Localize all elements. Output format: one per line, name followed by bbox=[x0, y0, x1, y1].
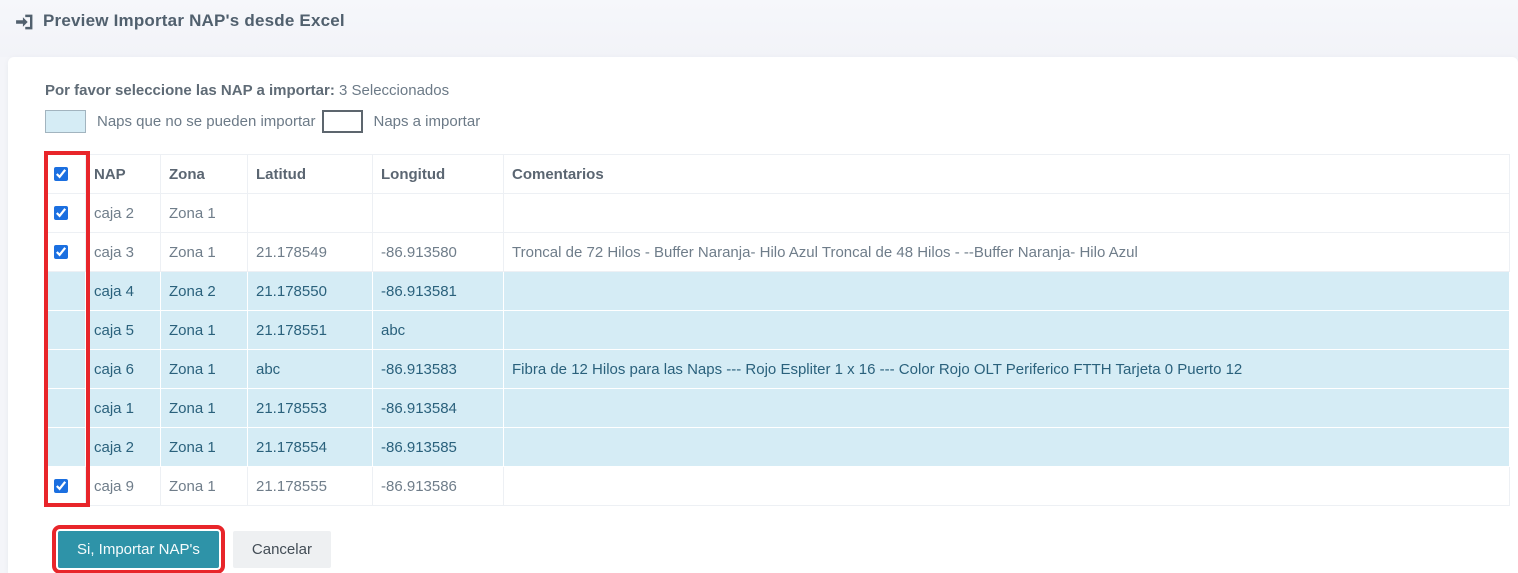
legend-swatch-importable bbox=[322, 110, 363, 133]
cell-zona: Zona 1 bbox=[161, 311, 248, 350]
selection-label: Por favor seleccione las NAP a importar: bbox=[45, 82, 335, 99]
row-checkbox[interactable] bbox=[54, 479, 68, 493]
sign-in-icon bbox=[14, 12, 34, 37]
table-row: caja 2 Zona 1 21.178554 -86.913585 bbox=[46, 428, 1510, 467]
cell-comentarios bbox=[504, 311, 1510, 350]
row-checkbox-cell bbox=[46, 467, 86, 506]
cell-nap: caja 1 bbox=[86, 389, 161, 428]
header-latitud: Latitud bbox=[248, 155, 373, 194]
header-zona: Zona bbox=[161, 155, 248, 194]
import-button[interactable]: Si, Importar NAP's bbox=[58, 531, 219, 568]
cell-nap: caja 3 bbox=[86, 233, 161, 272]
select-all-checkbox[interactable] bbox=[54, 167, 68, 181]
table-row: caja 6 Zona 1 abc -86.913583 Fibra de 12… bbox=[46, 350, 1510, 389]
row-checkbox-cell bbox=[46, 311, 86, 350]
select-all-cell bbox=[46, 155, 86, 194]
row-checkbox-cell bbox=[46, 350, 86, 389]
cell-latitud: 21.178551 bbox=[248, 311, 373, 350]
cell-nap: caja 2 bbox=[86, 194, 161, 233]
cell-comentarios bbox=[504, 467, 1510, 506]
cell-nap: caja 6 bbox=[86, 350, 161, 389]
cell-latitud: 21.178555 bbox=[248, 467, 373, 506]
cell-comentarios: Fibra de 12 Hilos para las Naps --- Rojo… bbox=[504, 350, 1510, 389]
cell-zona: Zona 1 bbox=[161, 233, 248, 272]
cell-comentarios bbox=[504, 428, 1510, 467]
cell-longitud bbox=[373, 194, 504, 233]
row-checkbox[interactable] bbox=[54, 206, 68, 220]
cell-latitud: 21.178553 bbox=[248, 389, 373, 428]
cell-nap: caja 4 bbox=[86, 272, 161, 311]
cell-longitud: -86.913586 bbox=[373, 467, 504, 506]
header-comentarios: Comentarios bbox=[504, 155, 1510, 194]
selection-summary: Por favor seleccione las NAP a importar:… bbox=[45, 83, 1510, 99]
row-checkbox-cell bbox=[46, 233, 86, 272]
table-row: caja 5 Zona 1 21.178551 abc bbox=[46, 311, 1510, 350]
content-card: Por favor seleccione las NAP a importar:… bbox=[8, 57, 1518, 573]
cell-longitud: -86.913580 bbox=[373, 233, 504, 272]
cell-latitud: 21.178550 bbox=[248, 272, 373, 311]
legend-label-importable: Naps a importar bbox=[373, 113, 480, 130]
cell-longitud: abc bbox=[373, 311, 504, 350]
cell-longitud: -86.913583 bbox=[373, 350, 504, 389]
cell-nap: caja 5 bbox=[86, 311, 161, 350]
cell-latitud: abc bbox=[248, 350, 373, 389]
table-row: caja 2 Zona 1 bbox=[46, 194, 1510, 233]
cell-zona: Zona 1 bbox=[161, 467, 248, 506]
cell-latitud: 21.178549 bbox=[248, 233, 373, 272]
legend-label-blocked: Naps que no se pueden importar bbox=[97, 113, 315, 130]
cell-comentarios: Troncal de 72 Hilos - Buffer Naranja- Hi… bbox=[504, 233, 1510, 272]
cell-longitud: -86.913585 bbox=[373, 428, 504, 467]
cell-zona: Zona 1 bbox=[161, 389, 248, 428]
nap-table: NAP Zona Latitud Longitud Comentarios ca… bbox=[45, 154, 1510, 506]
cell-comentarios bbox=[504, 272, 1510, 311]
row-checkbox-cell bbox=[46, 428, 86, 467]
table-header-row: NAP Zona Latitud Longitud Comentarios bbox=[46, 155, 1510, 194]
row-checkbox[interactable] bbox=[54, 245, 68, 259]
cancel-button[interactable]: Cancelar bbox=[233, 531, 331, 568]
cell-latitud: 21.178554 bbox=[248, 428, 373, 467]
cell-nap: caja 9 bbox=[86, 467, 161, 506]
table-row: caja 3 Zona 1 21.178549 -86.913580 Tronc… bbox=[46, 233, 1510, 272]
cell-comentarios bbox=[504, 194, 1510, 233]
cell-nap: caja 2 bbox=[86, 428, 161, 467]
cell-zona: Zona 2 bbox=[161, 272, 248, 311]
row-checkbox-cell bbox=[46, 389, 86, 428]
cell-latitud bbox=[248, 194, 373, 233]
table-row: caja 4 Zona 2 21.178550 -86.913581 bbox=[46, 272, 1510, 311]
row-checkbox-cell bbox=[46, 194, 86, 233]
action-buttons: Si, Importar NAP's Cancelar bbox=[58, 531, 1510, 568]
selection-count: 3 Seleccionados bbox=[339, 82, 449, 99]
header-longitud: Longitud bbox=[373, 155, 504, 194]
cell-zona: Zona 1 bbox=[161, 194, 248, 233]
header-nap: NAP bbox=[86, 155, 161, 194]
table-row: caja 9 Zona 1 21.178555 -86.913586 bbox=[46, 467, 1510, 506]
legend-swatch-blocked bbox=[45, 110, 86, 133]
row-checkbox-cell bbox=[46, 272, 86, 311]
cell-comentarios bbox=[504, 389, 1510, 428]
table-row: caja 1 Zona 1 21.178553 -86.913584 bbox=[46, 389, 1510, 428]
cell-longitud: -86.913581 bbox=[373, 272, 504, 311]
page-title: Preview Importar NAP's desde Excel bbox=[43, 11, 345, 31]
legend: Naps que no se pueden importar Naps a im… bbox=[45, 110, 1510, 133]
page-header: Preview Importar NAP's desde Excel bbox=[0, 0, 1518, 57]
cell-zona: Zona 1 bbox=[161, 428, 248, 467]
cell-zona: Zona 1 bbox=[161, 350, 248, 389]
cell-longitud: -86.913584 bbox=[373, 389, 504, 428]
